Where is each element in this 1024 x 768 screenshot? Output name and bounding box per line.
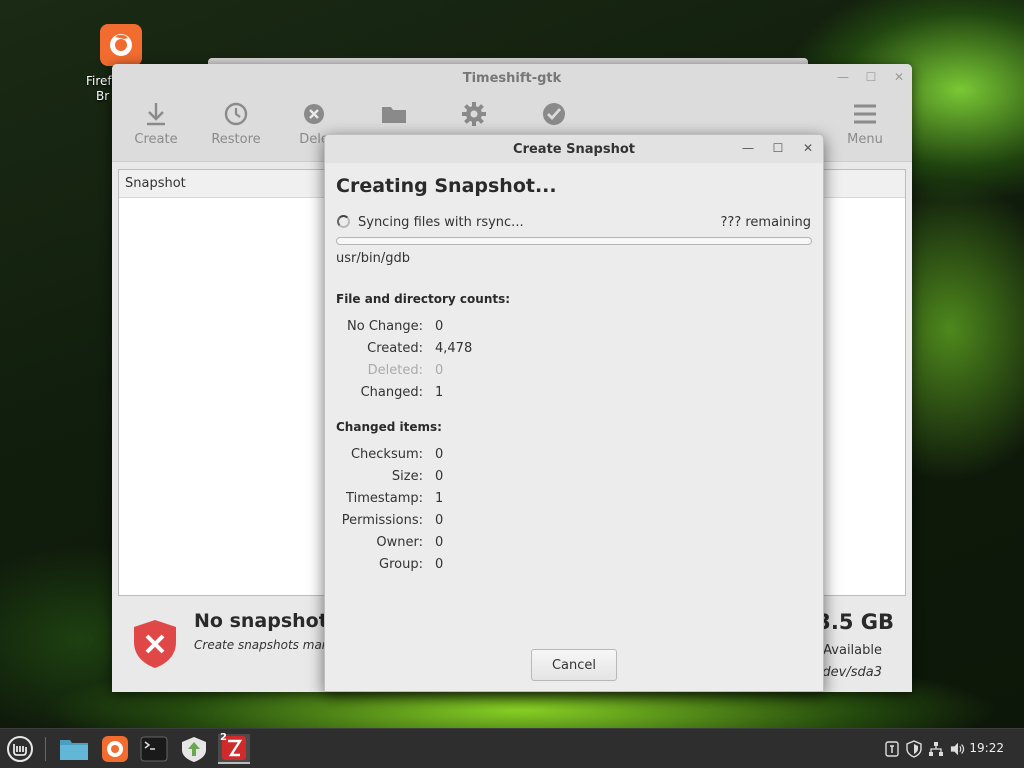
mint-menu-icon[interactable] [4, 734, 36, 764]
close-icon[interactable]: ✕ [892, 70, 906, 84]
count-row-created: Created: 4,478 [325, 341, 823, 361]
changed-value: 0 [435, 535, 444, 550]
count-value: 0 [435, 363, 444, 378]
count-row-changed: Changed: 1 [325, 385, 823, 405]
progress-bar [336, 237, 812, 245]
toolbar-menu-label: Menu [847, 132, 883, 147]
changed-value: 1 [435, 491, 444, 506]
hamburger-icon [825, 100, 905, 128]
taskbar: 2 19:22 [0, 728, 1024, 768]
network-icon[interactable] [928, 740, 944, 758]
changed-label: Size: [391, 469, 423, 484]
dialog-close-icon[interactable]: ✕ [801, 141, 815, 155]
disk-device: /dev/sda3 [818, 665, 882, 680]
count-label: Changed: [360, 385, 423, 400]
changed-value: 0 [435, 447, 444, 462]
gear-icon [434, 100, 514, 128]
update-manager-icon[interactable] [178, 734, 210, 764]
count-value: 0 [435, 319, 444, 334]
keyboard-indicator-icon[interactable] [884, 740, 900, 758]
dialog-heading: Creating Snapshot... [336, 175, 557, 197]
toolbar-create-button[interactable]: Create [116, 100, 196, 147]
counts-section-title: File and directory counts: [336, 292, 511, 306]
dialog-title: Create Snapshot [513, 141, 635, 157]
toolbar-menu-button[interactable]: Menu [825, 100, 905, 147]
changed-row-timestamp: Timestamp: 1 [325, 491, 823, 511]
changed-value: 0 [435, 469, 444, 484]
minimize-icon[interactable]: — [836, 70, 850, 84]
status-subtitle: Create snapshots manu [194, 638, 338, 652]
main-window-title: Timeshift-gtk [462, 70, 562, 86]
dialog-maximize-icon[interactable]: ☐ [771, 141, 785, 155]
status-title: No snapshots [194, 610, 340, 632]
cancel-button[interactable]: Cancel [531, 649, 617, 681]
toolbar-wizard-button[interactable] [514, 100, 594, 128]
terminal-icon[interactable] [138, 734, 170, 764]
changed-label: Group: [379, 557, 423, 572]
shield-tray-icon[interactable] [906, 740, 922, 758]
maximize-icon[interactable]: ☐ [864, 70, 878, 84]
download-icon [116, 100, 196, 128]
changed-label: Timestamp: [346, 491, 423, 506]
firefox-taskbar-icon[interactable] [99, 734, 131, 764]
count-row-deleted: Deleted: 0 [325, 363, 823, 383]
files-icon[interactable] [58, 734, 90, 764]
volume-icon[interactable] [950, 740, 966, 758]
changed-label: Checksum: [350, 447, 423, 462]
changed-row-checksum: Checksum: 0 [325, 447, 823, 467]
changed-label: Owner: [376, 535, 423, 550]
sync-status-label: Syncing files with rsync... [358, 215, 524, 230]
main-titlebar[interactable]: Timeshift-gtk — ☐ ✕ [112, 64, 912, 92]
count-value: 1 [435, 385, 444, 400]
taskbar-separator [45, 737, 46, 761]
toolbar-settings-button[interactable] [434, 100, 514, 128]
clock[interactable]: 19:22 [969, 741, 1004, 755]
count-label: No Change: [347, 319, 423, 334]
time-remaining-label: ??? remaining [720, 215, 811, 230]
changed-row-owner: Owner: 0 [325, 535, 823, 555]
firefox-desktop-shortcut[interactable] [100, 24, 144, 66]
dialog-minimize-icon[interactable]: — [741, 141, 755, 155]
error-shield-icon [132, 618, 178, 674]
count-value: 4,478 [435, 341, 473, 356]
changed-row-permissions: Permissions: 0 [325, 513, 823, 533]
changed-value: 0 [435, 557, 444, 572]
create-snapshot-dialog: Create Snapshot — ☐ ✕ Creating Snapshot.… [324, 134, 824, 692]
clock-icon [196, 100, 276, 128]
count-label: Created: [367, 341, 423, 356]
window-count-badge: 2 [220, 732, 227, 743]
changed-row-group: Group: 0 [325, 557, 823, 577]
system-tray: 19:22 [864, 729, 1024, 768]
changed-section-title: Changed items: [336, 420, 442, 434]
changed-value: 0 [435, 513, 444, 528]
disk-available-label: Available [823, 643, 882, 658]
toolbar-browse-button[interactable] [354, 100, 434, 128]
changed-label: Permissions: [341, 513, 423, 528]
check-icon [514, 100, 594, 128]
delete-icon [274, 100, 354, 128]
toolbar-restore-button[interactable]: Restore [196, 100, 276, 147]
timeshift-taskbar-button[interactable]: 2 [218, 732, 250, 764]
folder-icon [354, 100, 434, 128]
toolbar-restore-label: Restore [211, 132, 261, 147]
current-file-label: usr/bin/gdb [336, 251, 410, 266]
toolbar-create-label: Create [134, 132, 178, 147]
changed-row-size: Size: 0 [325, 469, 823, 489]
disk-size: 3.5 GB [816, 610, 894, 634]
count-label: Deleted: [367, 363, 423, 378]
spinner-icon [337, 215, 350, 228]
dialog-titlebar[interactable]: Create Snapshot — ☐ ✕ [325, 135, 823, 163]
count-row-no-change: No Change: 0 [325, 319, 823, 339]
firefox-icon [100, 24, 142, 66]
